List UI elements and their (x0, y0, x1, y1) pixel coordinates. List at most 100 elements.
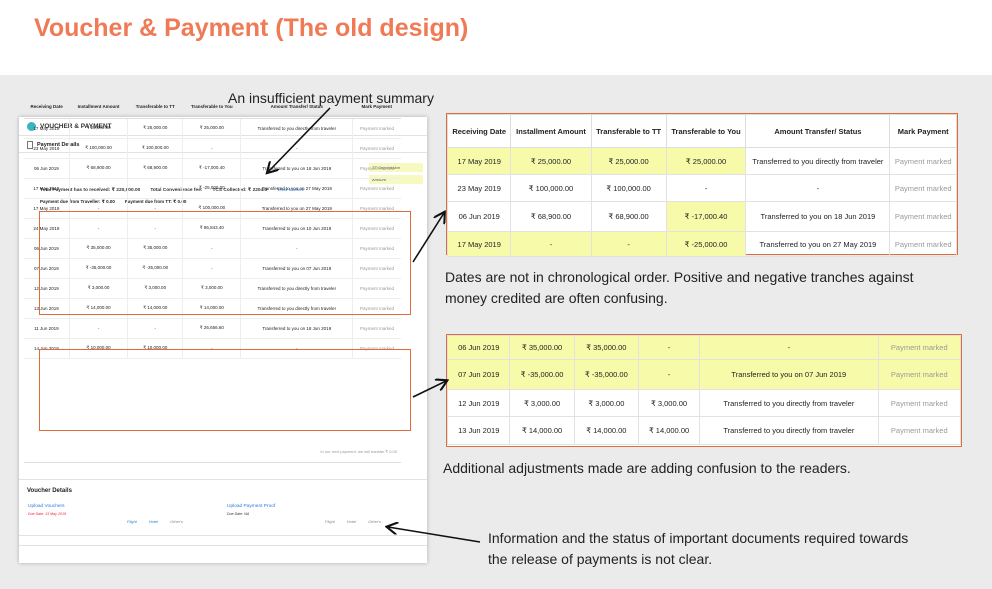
table-cell: ₹ 68,900.00 (127, 158, 184, 179)
table-row: 13 Jun 2019 ₹ 14,000.00 ₹ 14,000.00 ₹ 14,00… (446, 416, 962, 445)
table-cell: Payment marked (877, 335, 962, 360)
table-cell: Transferred to you on 27 May 2019 (745, 231, 891, 257)
zoom1-column-header: Transferable to You (665, 114, 747, 148)
table-cell: ₹ 25,000.00 (590, 147, 667, 175)
mini-header-row: Receiving Date Installment Amount Transfer… (24, 95, 401, 119)
table-cell: Transferred to you directly from travele… (699, 389, 879, 417)
table-row: 12 Jun 2019 ₹ 3,000.00 ₹ 3,000.00 ₹ 3,000.0… (446, 389, 962, 417)
voucher-details-label: Voucher Details (27, 488, 72, 494)
table-cell: - (699, 335, 879, 360)
table-row: 23 May 2019 ₹ 100,000.00 ₹ 100,000.00- - Pay… (446, 174, 957, 202)
annotation-dates-line-1: Dates are not in chronological order. Po… (445, 269, 914, 285)
annotation-dates: Dates are not in chronological order. Po… (445, 267, 914, 309)
table-cell: Payment marked (352, 138, 401, 159)
table-cell: - (745, 174, 891, 202)
table-cell: ₹ -17,000.40 (665, 201, 747, 232)
proof-hotel-chip[interactable]: Hotel (347, 519, 356, 524)
table-row: 06 Jun 2019 ₹ 68,900.00 ₹ 68,900.00 ₹ -17,0… (446, 201, 957, 232)
table-cell: 06 Jun 2019 (446, 201, 512, 232)
annotation-adjustments: Additional adjustments made are adding c… (443, 460, 851, 476)
table-cell: ₹ 25,000.00 (665, 147, 747, 175)
table-cell: ₹ 3,000.00 (573, 389, 640, 417)
table-cell: ₹ 100,000.00 (510, 174, 592, 202)
table-cell: ₹ 14,000.00 (573, 416, 640, 445)
mini-column-header: Installment Amount (69, 95, 128, 119)
upload-vouchers-link[interactable]: Upload Vouchers (28, 504, 65, 509)
table-cell: Payment marked (877, 389, 962, 417)
table-row: 17 May 2019 ₹ 25,000.00 ₹ 25,000.00 ₹ 25,00… (446, 147, 957, 175)
table-row: 11 Jun 2019- - ₹ 26,656.60 Transferred to y… (24, 318, 401, 339)
proof-others-chip[interactable]: Other's (368, 519, 381, 524)
proof-flight-chip[interactable]: Flight (325, 519, 335, 524)
table-cell: Transferred to you directly from travele… (699, 416, 879, 445)
table-cell: ₹ 100,000.00 (590, 174, 667, 202)
table-cell: - (510, 231, 592, 257)
upload-payment-proof-link[interactable]: Upload Payment Proof (227, 504, 275, 509)
table-cell: ₹ 35,000.00 (573, 335, 640, 360)
table-cell: - (240, 138, 354, 159)
table-cell: ₹ -35,000.00 (573, 359, 640, 390)
annotation-documents-line-1: Information and the status of important … (488, 530, 909, 546)
table-cell: ₹ 35,000.00 (509, 335, 575, 360)
annotation-dates-line-2: money credited are often confusing. (445, 290, 668, 306)
table-cell: - (69, 318, 129, 339)
upload-vouchers-due: Due Date: 13 May 2019 (28, 512, 66, 516)
table-cell: - (182, 138, 242, 159)
table-cell: - (69, 178, 129, 199)
outline-box-bottom (39, 349, 411, 431)
table-row: 23 May 2019 ₹ 100,000.00 ₹ 100,000.00- - Pay… (24, 138, 401, 159)
hotel-chip[interactable]: Hotel (149, 519, 158, 524)
table-cell: 17 May 2019 (446, 231, 512, 257)
zoom1-column-header: Mark Payment (889, 114, 957, 148)
zoom1-header-row: Receiving Date Installment Amount Transfer… (446, 114, 957, 148)
table-cell: Payment marked (889, 174, 957, 202)
mini-column-header: Mark Payment (352, 95, 401, 119)
table-cell: ₹ 25,000.00 (510, 147, 592, 175)
table-cell: Payment marked (352, 158, 401, 179)
mini-column-header: Receiving Date (24, 95, 70, 119)
table-cell: ₹ 68,900.00 (69, 158, 129, 179)
annotation-documents-line-2: the release of payments is not clear. (488, 551, 713, 567)
table-cell: ₹ 68,900.00 (590, 201, 667, 232)
table-cell: ₹ 25,000.00 (127, 118, 184, 139)
table-cell: 17 May 2019 (446, 147, 512, 175)
zoom-table-1: Receiving Date Installment Amount Transfer… (446, 113, 958, 257)
table-cell: Payment marked (889, 147, 957, 175)
table-cell: ₹ 25,000.00 (182, 118, 242, 139)
table-cell: Payment marked (889, 231, 957, 257)
table-cell: ₹ 25,000.00 (69, 118, 129, 139)
table-cell: Payment marked (352, 178, 401, 199)
table-cell: ₹ 14,000.00 (638, 416, 701, 445)
table-cell: ₹ 14,000.00 (509, 416, 575, 445)
flight-chip[interactable]: Flight (127, 519, 137, 524)
mini-column-header: Amount Transfer/ Status (240, 95, 353, 119)
upload-payment-due: Due Date: NA (227, 512, 250, 516)
table-cell: Payment marked (352, 318, 401, 339)
table-cell: - (638, 359, 701, 390)
table-cell: ₹ 100,000.00 (69, 138, 129, 159)
table-row: 06 Jun 2019 ₹ 68,900.00 ₹ 68,900.00 ₹ -17,0… (24, 158, 401, 179)
table-cell: - (638, 335, 701, 360)
table-cell: 11 Jun 2019 (24, 318, 70, 339)
table-cell: Transferred to you directly from travele… (240, 118, 354, 139)
zoom1-column-header: Installment Amount (510, 114, 592, 148)
zoom-table-2: 06 Jun 2019 ₹ 35,000.00 ₹ 35,000.00- - Payme… (446, 334, 962, 447)
zoom1-column-header: Amount Transfer/ Status (745, 114, 891, 148)
table-cell: Transferred to you on 18 Jun 2019 (240, 158, 354, 179)
annotation-documents: Information and the status of important … (488, 528, 908, 570)
proof-chips: Flight Hotel Other's (325, 519, 381, 524)
zoom1-column-header: Receiving Date (446, 114, 512, 148)
table-cell: 06 Jun 2019 (446, 335, 511, 360)
table-row: 07 Jun 2019 ₹ -35,000.00 ₹ -35,000.00- Tran… (446, 359, 962, 390)
outline-box-top (39, 211, 411, 315)
table-cell: ₹ 26,656.60 (182, 318, 242, 339)
table-row: 17 May 2019 ₹ 25,000.00 ₹ 25,000.00 ₹ 25,00… (24, 118, 401, 139)
others-chip[interactable]: Other's (170, 519, 183, 524)
table-cell: Transferred to you on 18 Jun 2019 (745, 201, 891, 232)
table-cell: - (665, 174, 747, 202)
table-cell: Payment marked (877, 416, 962, 445)
table-cell: 17 May 2019 (24, 118, 70, 139)
table-cell: ₹ -25,000.00 (182, 178, 242, 199)
table-cell: 06 Jun 2019 (24, 158, 70, 179)
table-cell: 17 May 2019 (24, 178, 70, 199)
